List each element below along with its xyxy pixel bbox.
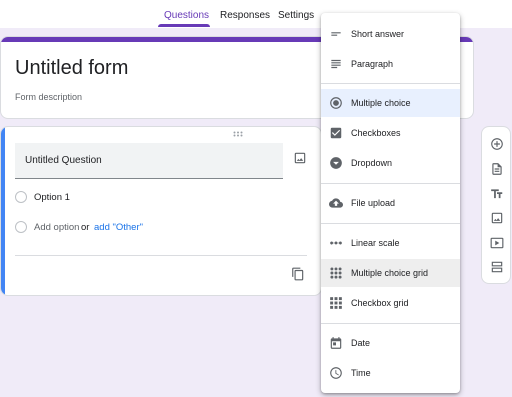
add-image-icon[interactable] — [293, 151, 309, 167]
question-type-menu: Short answer Paragraph Multiple choice C… — [321, 13, 460, 393]
menu-divider — [321, 323, 460, 324]
add-section-icon[interactable] — [490, 260, 504, 274]
checkbox-icon — [329, 126, 343, 140]
add-option-radio — [15, 221, 27, 233]
radio-button-icon — [329, 96, 343, 110]
active-question-indicator — [1, 127, 5, 295]
menu-item-label: Short answer — [351, 29, 405, 39]
menu-item-label: Multiple choice — [351, 98, 411, 108]
add-question-icon[interactable] — [490, 137, 504, 151]
menu-divider — [321, 83, 460, 84]
menu-item-checkboxes[interactable]: Checkboxes — [321, 119, 460, 147]
menu-item-checkbox-grid[interactable]: Checkbox grid — [321, 289, 460, 317]
drag-handle-icon[interactable] — [233, 131, 243, 137]
menu-item-label: Checkboxes — [351, 128, 401, 138]
question-footer-divider — [15, 255, 307, 256]
menu-item-label: Checkbox grid — [351, 298, 409, 308]
menu-item-label: Multiple choice grid — [351, 268, 429, 278]
menu-item-dropdown[interactable]: Dropdown — [321, 149, 460, 177]
grid-dots-icon — [329, 266, 343, 280]
menu-item-label: Paragraph — [351, 59, 394, 69]
short-answer-icon — [329, 27, 343, 41]
menu-item-time[interactable]: Time — [321, 359, 460, 387]
calendar-icon — [329, 336, 343, 350]
menu-item-paragraph[interactable]: Paragraph — [321, 50, 460, 78]
menu-item-short-answer[interactable]: Short answer — [321, 20, 460, 48]
dropdown-icon — [329, 156, 343, 170]
menu-item-label: Dropdown — [351, 158, 393, 168]
add-option-link[interactable]: Add option — [34, 222, 79, 233]
menu-item-multiple-choice-grid[interactable]: Multiple choice grid — [321, 259, 460, 287]
question-card[interactable]: Untitled Question Option 1 Add option or… — [0, 126, 322, 296]
import-questions-icon[interactable] — [490, 162, 504, 176]
menu-divider — [321, 183, 460, 184]
menu-item-label: File upload — [351, 198, 396, 208]
menu-item-label: Linear scale — [351, 238, 400, 248]
form-description-field[interactable]: Form description — [15, 92, 82, 102]
add-other-link[interactable]: add "Other" — [94, 222, 143, 233]
menu-item-file-upload[interactable]: File upload — [321, 189, 460, 217]
grid-squares-icon — [329, 296, 343, 310]
add-image-icon[interactable] — [490, 211, 504, 225]
add-title-icon[interactable] — [490, 187, 504, 201]
duplicate-icon[interactable] — [291, 267, 307, 283]
menu-item-multiple-choice[interactable]: Multiple choice — [321, 89, 460, 117]
tab-responses[interactable]: Responses — [220, 10, 270, 21]
clock-icon — [329, 366, 343, 380]
linear-scale-icon — [329, 236, 343, 250]
or-text: or — [81, 222, 90, 233]
question-title-input[interactable]: Untitled Question — [15, 143, 283, 179]
tab-questions[interactable]: Questions — [164, 10, 209, 21]
option-1-label[interactable]: Option 1 — [34, 192, 70, 203]
menu-item-label: Date — [351, 338, 371, 348]
menu-divider — [321, 223, 460, 224]
active-tab-indicator — [158, 24, 210, 27]
form-title[interactable]: Untitled form — [15, 57, 128, 80]
floating-toolbar — [481, 126, 511, 284]
cloud-upload-icon — [329, 196, 343, 210]
paragraph-icon — [329, 57, 343, 71]
menu-item-label: Time — [351, 368, 371, 378]
option-1-radio — [15, 191, 27, 203]
tab-settings[interactable]: Settings — [278, 10, 314, 21]
question-title: Untitled Question — [25, 155, 102, 166]
menu-item-date[interactable]: Date — [321, 329, 460, 357]
menu-item-linear-scale[interactable]: Linear scale — [321, 229, 460, 257]
add-video-icon[interactable] — [490, 236, 504, 250]
